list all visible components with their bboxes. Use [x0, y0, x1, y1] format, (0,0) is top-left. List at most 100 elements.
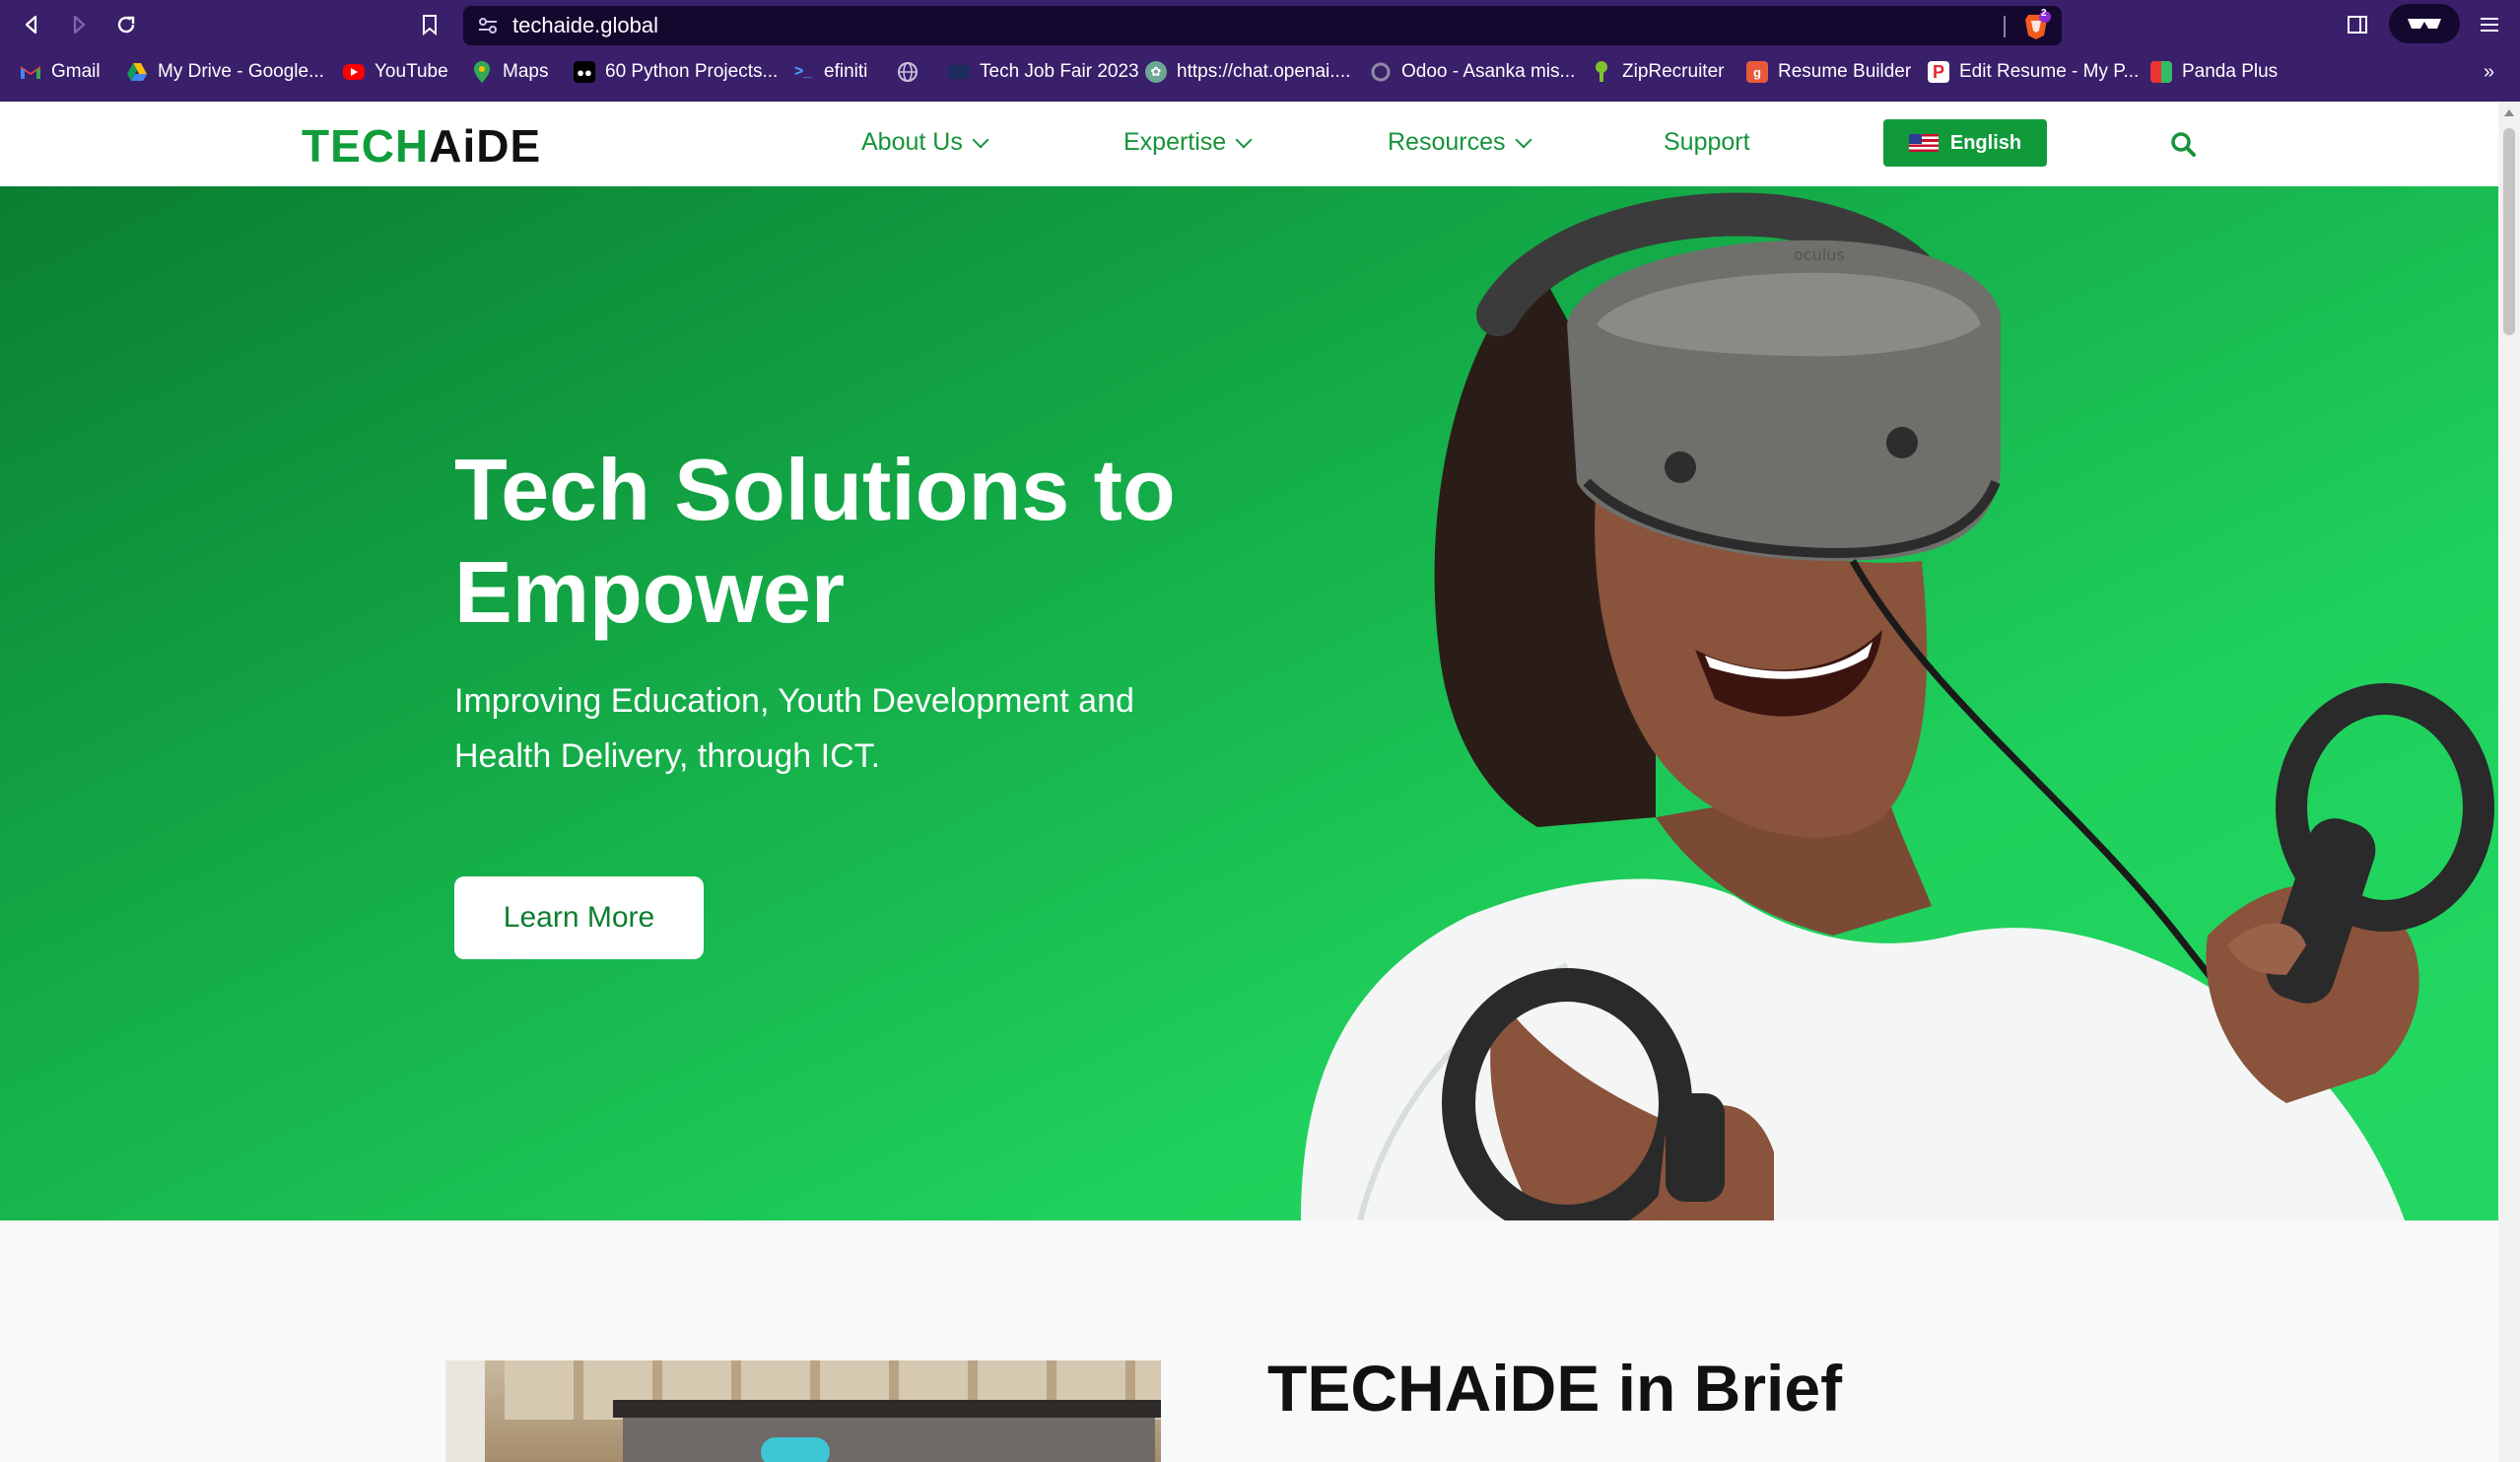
chevron-down-icon: [1515, 131, 1532, 148]
bookmark-tech-job-fair[interactable]: Tech Job Fair 2023: [948, 49, 1139, 95]
brave-shields-button[interactable]: 2: [2020, 8, 2052, 41]
nav-support[interactable]: Support: [1664, 128, 1750, 157]
bookmark-label: Edit Resume - My P...: [1959, 61, 2140, 82]
brave-shield-icon: [2025, 11, 2051, 39]
site-search-button[interactable]: [2168, 129, 2198, 159]
bookmark-panda-plus[interactable]: Panda Plus: [2150, 49, 2278, 95]
bookmark-efiniti[interactable]: >_ efiniti: [792, 49, 867, 95]
language-label: English: [1949, 131, 2022, 154]
browser-toolbar: techaide.global 2: [0, 0, 2520, 49]
logo-text-aide: AiDE: [429, 120, 542, 172]
gmail-icon: [20, 61, 41, 83]
youtube-icon: [343, 64, 365, 80]
bookmark-label: efiniti: [824, 61, 868, 82]
techaide-logo[interactable]: TECHAiDE: [302, 121, 541, 171]
hamburger-menu-icon: [2481, 18, 2498, 32]
odoo-icon: [1370, 61, 1392, 83]
browser-menu-button[interactable]: [2472, 7, 2507, 42]
private-window-glasses-icon: [2408, 19, 2441, 29]
terminal-icon: >_: [793, 63, 813, 80]
openai-icon: ✿: [1145, 61, 1167, 83]
reload-icon: [117, 16, 135, 34]
bookmark-label: Tech Job Fair 2023: [980, 61, 1139, 82]
bookmark-label: https://chat.openai....: [1177, 61, 1351, 82]
bookmark-page-button[interactable]: [412, 7, 447, 42]
back-button[interactable]: [14, 7, 49, 42]
search-icon: [2171, 132, 2196, 157]
site-info-icon: [479, 18, 497, 34]
vr-headset-person-image: oculus: [1301, 192, 2494, 1220]
bookmark-youtube[interactable]: YouTube: [343, 49, 448, 95]
scroll-up-arrow-icon[interactable]: [2504, 109, 2514, 116]
building-canopy: [613, 1400, 1161, 1418]
nav-label: Support: [1664, 128, 1750, 156]
bookmark-label: Resume Builder: [1778, 61, 1912, 82]
hero-subtitle: Improving Education, Youth Development a…: [454, 682, 1134, 775]
scrollbar-thumb[interactable]: [2503, 128, 2515, 335]
hero-title: Tech Solutions to Empower: [454, 441, 1176, 641]
bookmark-label: Maps: [503, 61, 549, 82]
nav-label: About Us: [861, 128, 963, 156]
building-lower: [623, 1418, 1155, 1462]
learn-more-button[interactable]: Learn More: [454, 876, 704, 959]
bookmark-my-drive[interactable]: My Drive - Google...: [126, 49, 324, 95]
bookmark-label: 60 Python Projects...: [605, 61, 779, 82]
chevron-down-icon: [972, 131, 989, 148]
shield-count: 2: [2041, 8, 2047, 19]
bookmark-edit-resume[interactable]: P Edit Resume - My P...: [1928, 49, 2139, 95]
bookmark-gmail[interactable]: Gmail: [20, 49, 101, 95]
nav-resources[interactable]: Resources: [1388, 128, 1532, 157]
ziprecruiter-icon: [1591, 61, 1612, 83]
headset-brand-text: oculus: [1794, 245, 1845, 264]
bookmark-label: YouTube: [375, 61, 448, 82]
bookmark-python-projects[interactable]: ●● 60 Python Projects...: [574, 49, 778, 95]
profile-button[interactable]: [2389, 4, 2460, 43]
bookmark-globe[interactable]: [897, 49, 919, 95]
balloons: [761, 1437, 830, 1462]
bookmark-maps[interactable]: Maps: [471, 49, 548, 95]
site-header: TECHAiDE About Us Expertise Resources Su…: [0, 102, 2498, 187]
nav-label: Resources: [1388, 128, 1506, 156]
sidebar-toggle-button[interactable]: [2340, 7, 2375, 42]
forward-button[interactable]: [61, 7, 97, 42]
page-scrollbar[interactable]: [2498, 102, 2520, 1462]
maps-icon: [471, 61, 493, 83]
reload-button[interactable]: [108, 7, 144, 42]
language-selector[interactable]: English: [1883, 119, 2047, 167]
bookmark-odoo[interactable]: Odoo - Asanka mis...: [1370, 49, 1575, 95]
brief-heading: TECHAiDE in Brief: [1267, 1352, 1843, 1425]
address-bar[interactable]: techaide.global 2: [463, 6, 2062, 45]
nav-about-us[interactable]: About Us: [861, 128, 989, 157]
nav-label: Expertise: [1124, 128, 1227, 156]
bookmarks-bar: Gmail My Drive - Google... YouTube Maps …: [0, 49, 2520, 102]
sidebar-icon: [2348, 16, 2367, 34]
edit-resume-icon: P: [1928, 61, 1949, 83]
bookmark-chat-openai[interactable]: ✿ https://chat.openai....: [1145, 49, 1350, 95]
bookmark-label: Gmail: [51, 61, 101, 82]
photo-frame-edge: [445, 1360, 485, 1462]
bookmark-ziprecruiter[interactable]: ZipRecruiter: [1591, 49, 1724, 95]
drive-icon: [126, 61, 148, 83]
forward-arrow-icon: [73, 15, 86, 35]
chevron-down-icon: [1235, 131, 1253, 148]
event-icon: [948, 65, 970, 79]
panda-icon: [2150, 61, 2172, 83]
bookmark-icon: [423, 15, 437, 35]
globe-icon: [897, 61, 919, 83]
bookmark-label: Odoo - Asanka mis...: [1401, 61, 1576, 82]
us-flag-icon: [1908, 134, 1939, 152]
bookmark-resume-builder[interactable]: g Resume Builder: [1746, 49, 1911, 95]
bookmark-label: Panda Plus: [2182, 61, 2279, 82]
medium-icon: ●●: [574, 61, 595, 83]
logo-text-tech: TECH: [302, 120, 430, 172]
url-text: techaide.global: [512, 13, 659, 37]
hero-section: Tech Solutions to Empower Improving Educ…: [0, 186, 2498, 1220]
building-photo: [445, 1360, 1161, 1462]
nav-expertise[interactable]: Expertise: [1124, 128, 1253, 157]
resume-builder-icon: g: [1746, 61, 1768, 83]
back-arrow-icon: [25, 15, 37, 35]
bookmark-label: My Drive - Google...: [158, 61, 324, 82]
omnibox-separator: [2004, 16, 2006, 37]
bookmark-label: ZipRecruiter: [1622, 61, 1725, 82]
bookmarks-overflow-button[interactable]: »: [2484, 49, 2494, 95]
